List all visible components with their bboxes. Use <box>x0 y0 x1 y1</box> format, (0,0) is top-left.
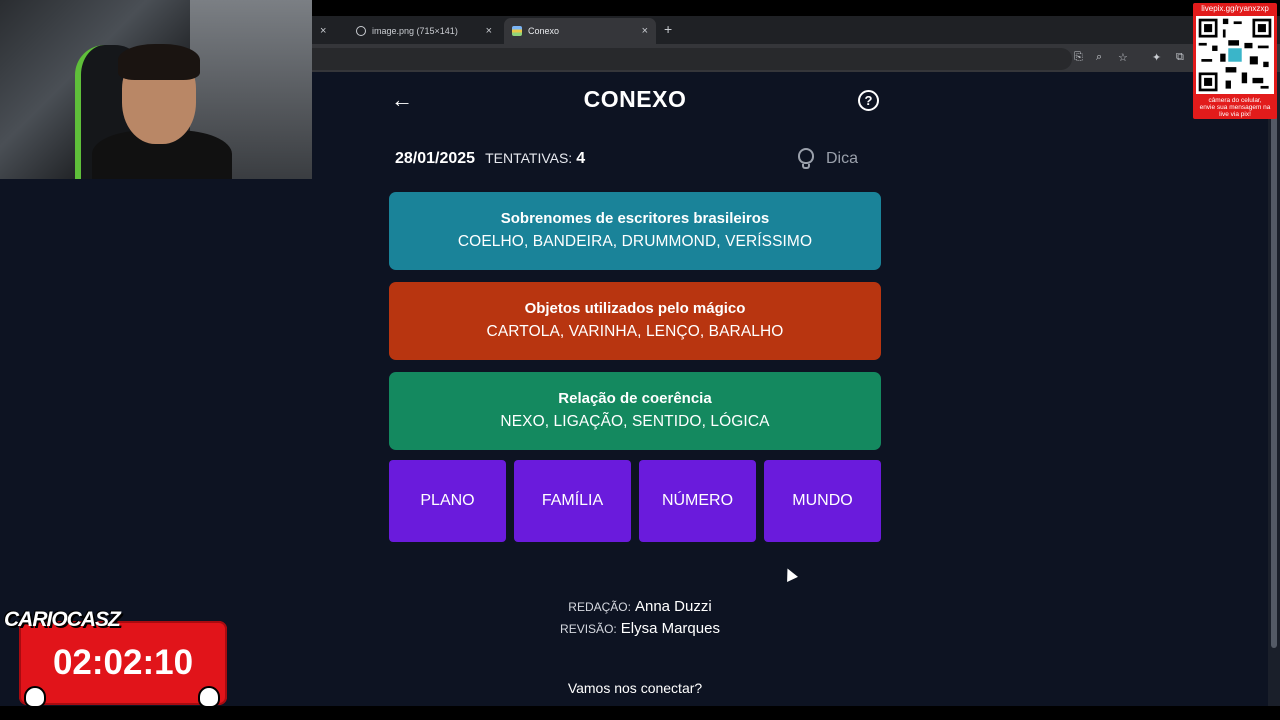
tab-image[interactable]: image.png (715×141) × <box>348 18 500 44</box>
bottom-strip <box>0 706 1280 720</box>
word-tile[interactable]: NÚMERO <box>639 460 756 542</box>
tab-title: Conexo <box>528 26 560 36</box>
game-date: 28/01/2025 <box>395 150 476 167</box>
skull-icon <box>24 686 46 708</box>
credit-label: REDAÇÃO: <box>568 600 631 614</box>
qr-caption: câmera do celular, envie sua mensagem na… <box>1193 97 1277 118</box>
word-tile[interactable]: PLANO <box>389 460 506 542</box>
skull-icon <box>198 686 220 708</box>
qr-header: livepix.gg/ryanxzxp <box>1201 4 1269 13</box>
hint-button[interactable]: Dica <box>796 148 858 170</box>
donation-qr-panel: livepix.gg/ryanxzxp câmera do celular, e… <box>1193 3 1277 119</box>
mouse-cursor <box>782 566 798 582</box>
webcam-feed <box>0 0 312 179</box>
solved-group: Sobrenomes de escritores brasileiros COE… <box>389 192 881 270</box>
credit-value: Elysa Marques <box>620 620 720 637</box>
star-icon[interactable]: ☆ <box>1118 51 1128 64</box>
hint-label: Dica <box>826 150 859 167</box>
group-title: Objetos utilizados pelo mágico <box>524 300 746 317</box>
scrollbar-thumb[interactable] <box>1271 82 1277 648</box>
credit-value: Anna Duzzi <box>634 598 712 615</box>
qr-caption-line: live via pix! <box>1219 111 1251 118</box>
browser-toolbar: ⎘ ⌕ ☆ ✦ ⧉ <box>312 44 1280 72</box>
tab-conexo[interactable]: Conexo × <box>504 18 656 44</box>
new-tab-button[interactable]: + <box>664 21 672 37</box>
address-bar[interactable] <box>312 48 1072 70</box>
stream-timer: 02:02:10 <box>19 621 227 705</box>
credit-writing: REDAÇÃO: Anna Duzzi <box>540 598 740 616</box>
word-tile[interactable]: MUNDO <box>764 460 881 542</box>
qr-caption-line: envie sua mensagem na <box>1199 104 1271 111</box>
timer-value: 02:02:10 <box>52 643 194 682</box>
conexo-favicon-icon <box>512 26 522 36</box>
puzzle-icon[interactable]: ⧉ <box>1176 51 1184 64</box>
qr-caption-line: câmera do celular, <box>1208 97 1262 104</box>
page-title: CONEXO <box>583 86 687 112</box>
back-arrow-icon[interactable]: ← <box>390 88 414 112</box>
credit-review: REVISÃO: Elysa Marques <box>540 620 740 638</box>
group-words: COELHO, BANDEIRA, DRUMMOND, VERÍSSIMO <box>457 233 813 250</box>
group-title: Relação de coerência <box>558 390 712 407</box>
globe-icon <box>356 26 366 36</box>
zoom-icon[interactable]: ⌕ <box>1096 51 1102 64</box>
close-tab-icon[interactable]: × <box>642 25 648 37</box>
group-title: Sobrenomes de escritores brasileiros <box>500 210 770 227</box>
solved-group: Objetos utilizados pelo mágico CARTOLA, … <box>389 282 881 360</box>
credit-label: REVISÃO: <box>560 622 617 636</box>
group-words: NEXO, LIGAÇÃO, SENTIDO, LÓGICA <box>500 413 770 430</box>
extension-icon[interactable]: ✦ <box>1152 51 1161 64</box>
tab-bar: × image.png (715×141) × Conexo × + <box>312 16 1280 44</box>
lightbulb-icon <box>796 148 816 170</box>
install-icon[interactable]: ⎘ <box>1074 51 1083 64</box>
attempts-count: 4 <box>576 150 586 167</box>
word-tile[interactable]: FAMÍLIA <box>514 460 631 542</box>
game-status: 28/01/2025 TENTATIVAS: 4 <box>395 150 585 168</box>
streamer-logo: CARIOCASZ <box>4 608 121 631</box>
attempts-label: TENTATIVAS: <box>485 150 573 166</box>
scrollbar[interactable] <box>1268 72 1280 708</box>
help-icon[interactable]: ? <box>858 90 879 111</box>
qr-code-icon <box>1196 16 1274 94</box>
connect-heading: Vamos nos conectar? <box>567 680 703 696</box>
tab-previous[interactable]: × <box>312 18 342 44</box>
tab-title: image.png (715×141) <box>372 26 458 36</box>
group-words: CARTOLA, VARINHA, LENÇO, BARALHO <box>486 323 784 340</box>
close-tab-icon[interactable]: × <box>320 25 326 37</box>
solved-group: Relação de coerência NEXO, LIGAÇÃO, SENT… <box>389 372 881 450</box>
close-tab-icon[interactable]: × <box>486 25 492 37</box>
